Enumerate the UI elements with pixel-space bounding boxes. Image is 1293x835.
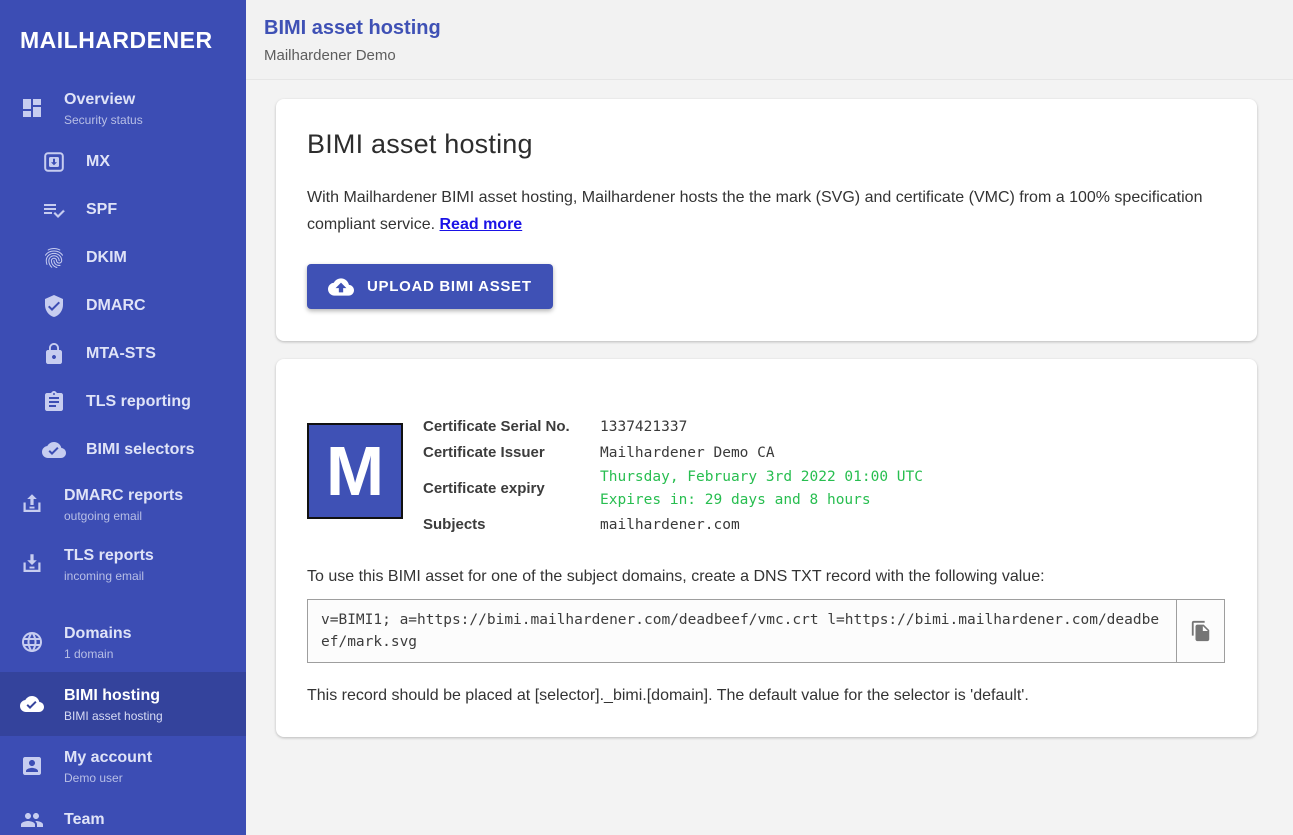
sidebar-item-label: Team	[64, 810, 105, 830]
sidebar-item-my-account[interactable]: My account Demo user	[0, 736, 246, 796]
sidebar-nav: Overview Security status MX SPF	[0, 78, 246, 835]
page-header: BIMI asset hosting Mailhardener Demo	[246, 0, 1293, 80]
outbox-tray-icon	[20, 492, 44, 516]
intro-text: With Mailhardener BIMI asset hosting, Ma…	[307, 184, 1225, 238]
sidebar-item-team[interactable]: Team	[0, 796, 246, 835]
page-subtitle: Mailhardener Demo	[264, 47, 1293, 64]
cert-value-subjects: mailhardener.com	[600, 514, 740, 537]
sidebar-item-dmarc[interactable]: DMARC	[0, 282, 246, 330]
dns-record-value: v=BIMI1; a=https://bimi.mailhardener.com…	[308, 600, 1176, 662]
sidebar-item-label: MTA-STS	[86, 344, 156, 364]
sidebar-item-tls-reports[interactable]: TLS reports incoming email	[0, 534, 246, 594]
cloud-check-icon	[20, 692, 44, 716]
card-title: BIMI asset hosting	[307, 129, 1225, 160]
cloud-check-icon	[42, 438, 66, 462]
cert-label: Certificate Issuer	[423, 440, 600, 466]
people-icon	[20, 808, 44, 832]
sidebar-item-spf[interactable]: SPF	[0, 186, 246, 234]
read-more-link[interactable]: Read more	[440, 216, 523, 233]
cert-value-serial: 1337421337	[600, 416, 687, 439]
certificate-card: M Certificate Serial No. 1337421337 Cert…	[276, 359, 1257, 737]
shield-check-icon	[42, 294, 66, 318]
sidebar-item-label: BIMI selectors	[86, 440, 194, 460]
sidebar-item-sublabel: incoming email	[64, 569, 154, 583]
sidebar-item-bimi-selectors[interactable]: BIMI selectors	[0, 426, 246, 474]
cert-value-issuer: Mailhardener Demo CA	[600, 442, 775, 465]
sidebar-item-sublabel: Demo user	[64, 771, 152, 785]
nav-section-divider	[0, 594, 246, 612]
inbox-download-icon	[42, 150, 66, 174]
certificate-details: Certificate Serial No. 1337421337 Certif…	[423, 414, 923, 538]
inbox-tray-icon	[20, 552, 44, 576]
sidebar-item-tls-reporting[interactable]: TLS reporting	[0, 378, 246, 426]
sidebar-item-sublabel: Security status	[64, 113, 143, 127]
cert-row-issuer: Certificate Issuer Mailhardener Demo CA	[423, 440, 923, 466]
sidebar-item-mx[interactable]: MX	[0, 138, 246, 186]
dns-instruction: To use this BIMI asset for one of the su…	[307, 568, 1225, 586]
clipboard-icon	[42, 390, 66, 414]
sidebar-item-label: DKIM	[86, 248, 127, 268]
expiry-countdown: Expires in: 29 days and 8 hours	[600, 489, 923, 512]
cert-label: Certificate expiry	[423, 476, 600, 502]
sidebar-item-label: SPF	[86, 200, 117, 220]
sidebar: MAILHARDENER Overview Security status MX	[0, 0, 246, 835]
globe-icon	[20, 630, 44, 654]
cert-label: Certificate Serial No.	[423, 414, 600, 440]
sidebar-item-bimi-hosting[interactable]: BIMI hosting BIMI asset hosting	[0, 672, 246, 736]
cert-value-expiry: Thursday, February 3rd 2022 01:00 UTC Ex…	[600, 466, 923, 512]
bimi-mark-logo: M	[307, 423, 403, 519]
sidebar-item-sublabel: 1 domain	[64, 647, 132, 661]
cert-row-expiry: Certificate expiry Thursday, February 3r…	[423, 466, 923, 512]
copy-button[interactable]	[1176, 600, 1224, 662]
sidebar-item-label: DMARC reports	[64, 486, 183, 506]
sidebar-item-sublabel: outgoing email	[64, 509, 183, 523]
app-logo: MAILHARDENER	[0, 0, 246, 78]
fingerprint-icon	[42, 246, 66, 270]
upload-button-label: UPLOAD BIMI ASSET	[367, 278, 532, 295]
expiry-date: Thursday, February 3rd 2022 01:00 UTC	[600, 466, 923, 489]
intro-card: BIMI asset hosting With Mailhardener BIM…	[276, 99, 1257, 341]
sidebar-item-mta-sts[interactable]: MTA-STS	[0, 330, 246, 378]
content-area: BIMI asset hosting With Mailhardener BIM…	[246, 80, 1293, 835]
playlist-check-icon	[42, 198, 66, 222]
cloud-upload-icon	[328, 274, 354, 300]
sidebar-item-label: BIMI hosting	[64, 686, 163, 706]
cert-row-serial: Certificate Serial No. 1337421337	[423, 414, 923, 440]
sidebar-item-label: My account	[64, 748, 152, 768]
cert-row-subjects: Subjects mailhardener.com	[423, 512, 923, 538]
sidebar-item-label: MX	[86, 152, 110, 172]
sidebar-item-domains[interactable]: Domains 1 domain	[0, 612, 246, 672]
copy-icon	[1190, 620, 1212, 642]
upload-bimi-asset-button[interactable]: UPLOAD BIMI ASSET	[307, 264, 553, 309]
selector-note: This record should be placed at [selecto…	[307, 687, 1225, 705]
page-title: BIMI asset hosting	[264, 15, 1293, 41]
cert-label: Subjects	[423, 512, 600, 538]
sidebar-item-label: TLS reports	[64, 546, 154, 566]
sidebar-item-dmarc-reports[interactable]: DMARC reports outgoing email	[0, 474, 246, 534]
account-box-icon	[20, 754, 44, 778]
sidebar-item-dkim[interactable]: DKIM	[0, 234, 246, 282]
dns-record-box: v=BIMI1; a=https://bimi.mailhardener.com…	[307, 599, 1225, 663]
dashboard-icon	[20, 96, 44, 120]
sidebar-item-label: Overview	[64, 90, 143, 110]
sidebar-item-label: DMARC	[86, 296, 146, 316]
sidebar-item-label: TLS reporting	[86, 392, 191, 412]
sidebar-item-overview[interactable]: Overview Security status	[0, 78, 246, 138]
sidebar-item-label: Domains	[64, 624, 132, 644]
lock-icon	[42, 342, 66, 366]
sidebar-item-sublabel: BIMI asset hosting	[64, 709, 163, 723]
